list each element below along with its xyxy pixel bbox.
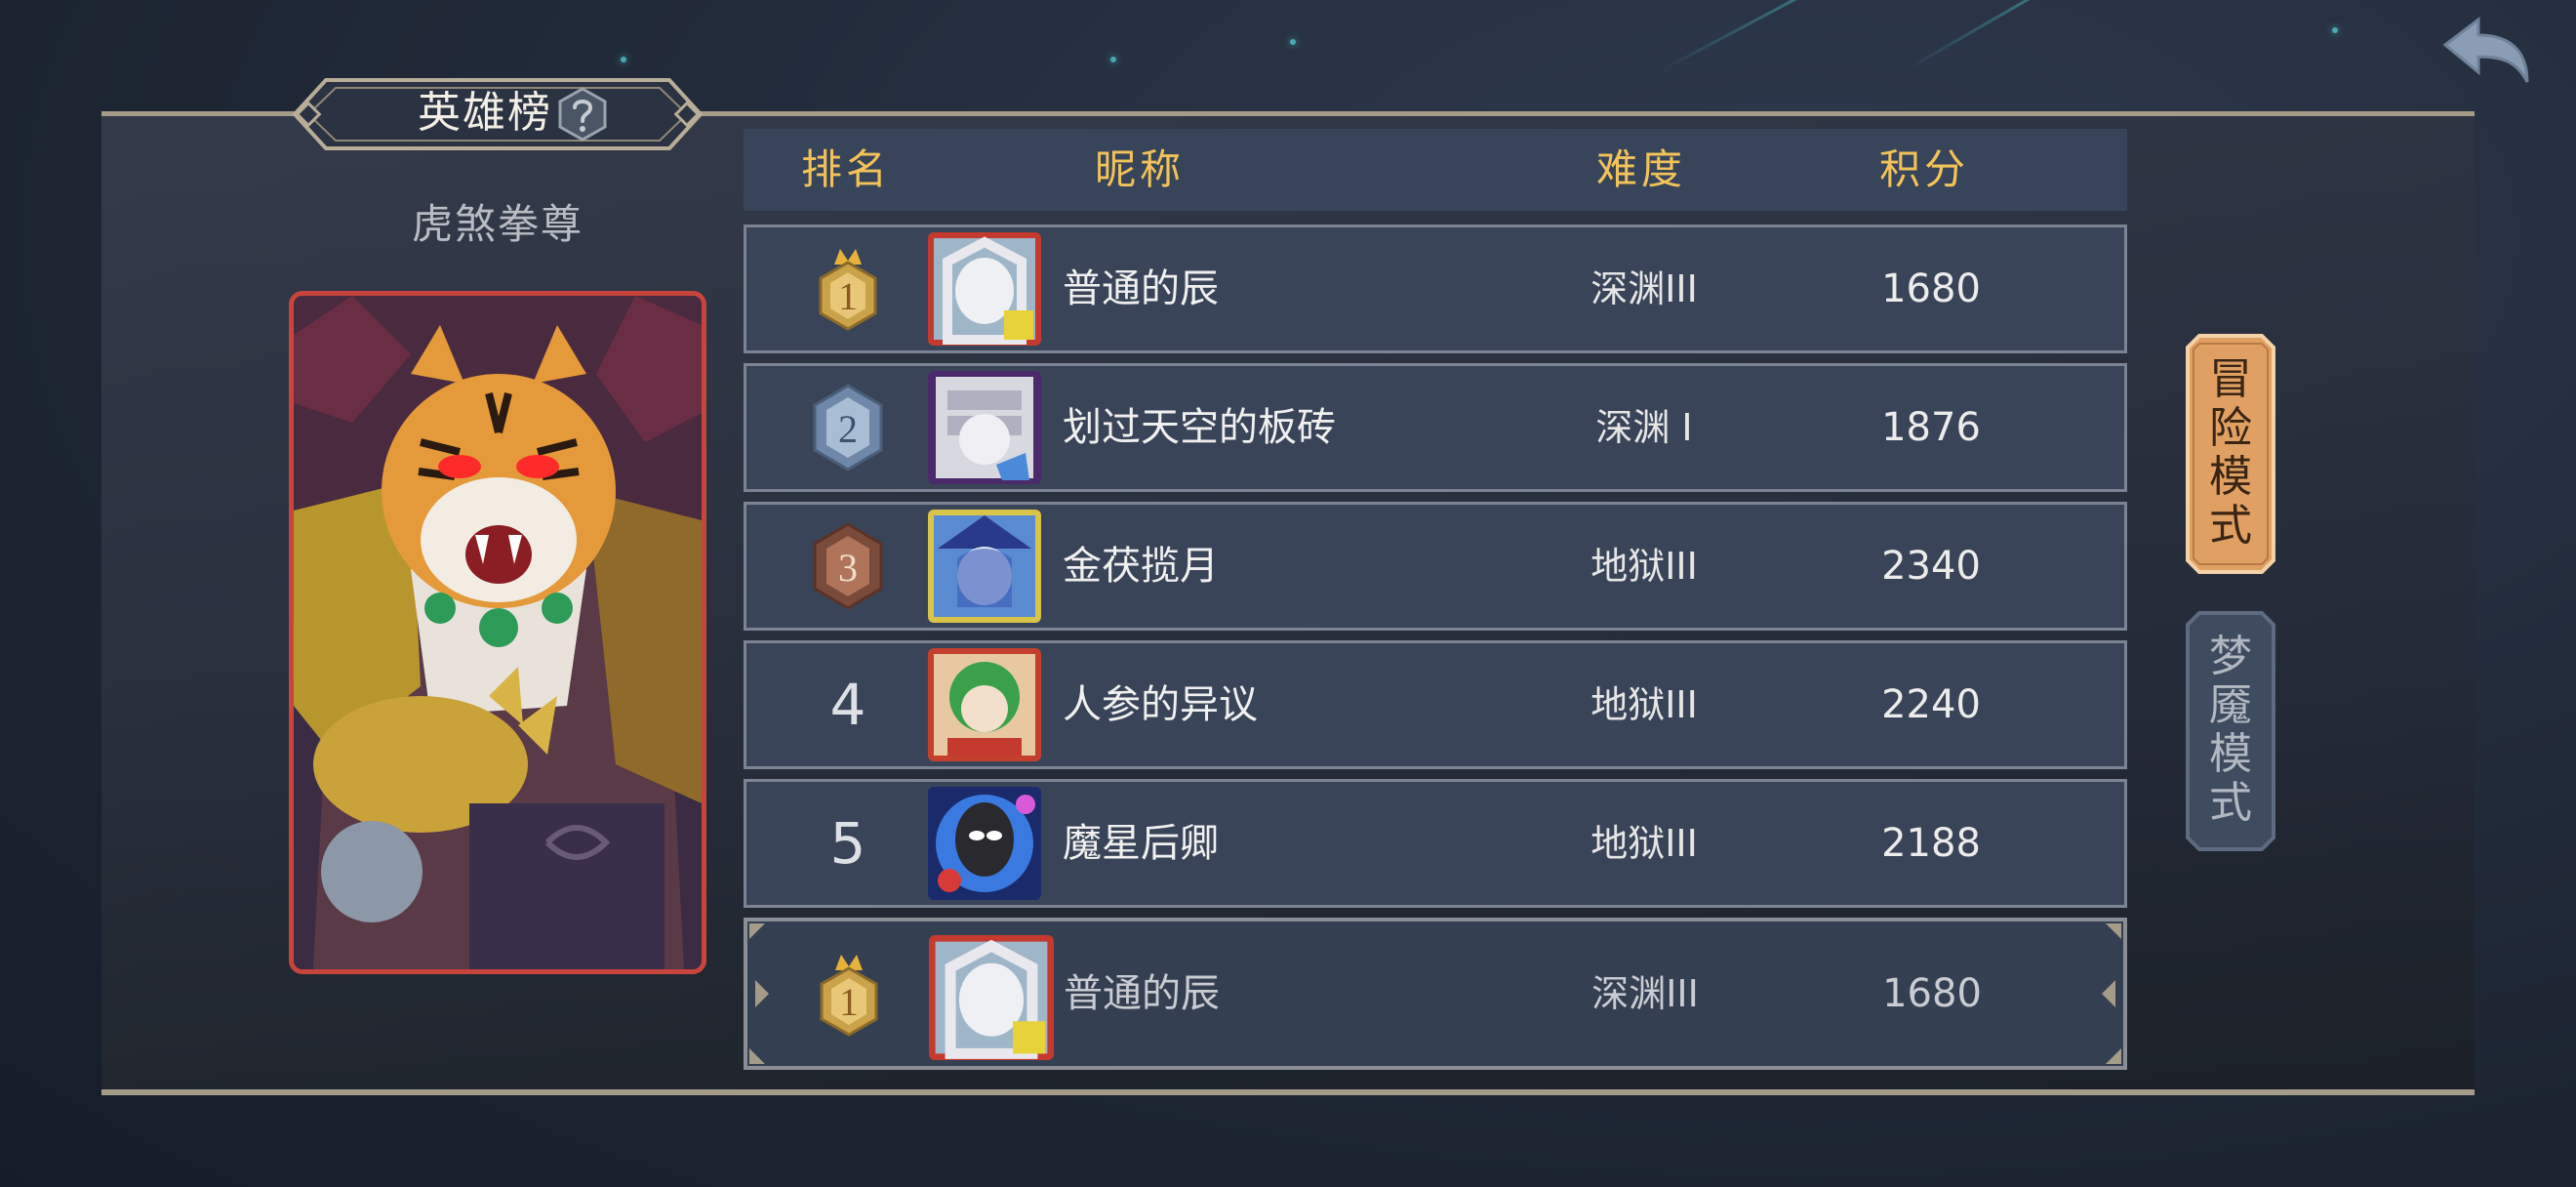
gold-crown-badge: 1	[819, 249, 877, 331]
column-header-rank: 排名	[800, 145, 891, 193]
player-avatar	[928, 648, 1041, 761]
adventure-mode-label: 冒险模式	[2209, 354, 2252, 551]
back-arrow-icon	[2442, 16, 2529, 83]
player-avatar	[928, 787, 1041, 900]
player-nickname: 划过天空的板砖	[1063, 405, 1336, 450]
adventure-mode-button[interactable]: 冒险模式	[2186, 334, 2275, 574]
player-score: 2340	[1881, 544, 1981, 589]
background-star	[2332, 27, 2338, 33]
player-difficulty: 深渊III	[1590, 267, 1698, 310]
player-score: 2188	[1881, 821, 1981, 866]
question-icon	[558, 87, 607, 142]
background-star	[621, 57, 626, 62]
title-plate: 英雄榜	[293, 74, 703, 154]
rank-number: 5	[829, 810, 866, 877]
player-avatar	[929, 935, 1054, 1060]
table-row[interactable]: 1 普通的辰 深渊III 1680	[744, 225, 2127, 353]
hero-portrait-card[interactable]	[289, 291, 706, 974]
rank-number: 1	[838, 274, 858, 318]
column-header-nickname: 昵称	[1094, 145, 1185, 193]
player-difficulty: 地狱III	[1590, 683, 1698, 726]
player-nickname: 普通的辰	[1064, 971, 1220, 1016]
page-title: 英雄榜	[418, 88, 552, 138]
player-nickname: 金茯揽月	[1063, 544, 1219, 589]
player-score: 1680	[1881, 266, 1981, 311]
my-rank-row[interactable]: 1 普通的辰 深渊III 1680	[744, 918, 2127, 1070]
player-nickname: 魔星后卿	[1063, 821, 1219, 866]
player-score: 1680	[1882, 971, 1982, 1016]
table-row[interactable]: 2 划过天空的板砖 深渊 I 1876	[744, 363, 2127, 492]
help-button[interactable]	[554, 86, 611, 143]
tiger-warrior-portrait	[294, 296, 702, 969]
player-difficulty: 深渊 I	[1595, 406, 1693, 449]
table-header: 排名 昵称 难度 积分	[744, 129, 2127, 211]
player-nickname: 普通的辰	[1063, 266, 1219, 311]
player-avatar	[928, 371, 1041, 484]
rank-number: 1	[839, 980, 859, 1024]
table-row[interactable]: 3 金茯揽月 地狱III 2340	[744, 502, 2127, 631]
player-avatar	[928, 232, 1041, 346]
background-star	[1110, 57, 1116, 62]
player-avatar	[928, 510, 1041, 623]
back-button[interactable]	[2439, 12, 2533, 90]
nightmare-mode-button[interactable]: 梦魇模式	[2186, 611, 2275, 851]
player-difficulty: 深渊III	[1591, 972, 1699, 1015]
player-difficulty: 地狱III	[1590, 545, 1698, 588]
column-header-difficulty: 难度	[1595, 145, 1686, 193]
rank-number: 2	[838, 407, 858, 451]
column-header-score: 积分	[1878, 145, 1969, 193]
player-difficulty: 地狱III	[1590, 822, 1698, 865]
rank-number: 3	[838, 546, 858, 590]
table-row[interactable]: 5 魔星后卿 地狱III 2188	[744, 779, 2127, 908]
background-star	[1290, 39, 1296, 45]
gold-crown-badge: 1	[820, 955, 878, 1037]
player-nickname: 人参的异议	[1063, 682, 1258, 727]
nightmare-mode-label: 梦魇模式	[2209, 632, 2252, 828]
background-streak	[1658, 0, 1832, 73]
background-streak	[1902, 0, 2065, 73]
silver-badge: 2	[813, 384, 883, 471]
hero-name: 虎煞拳尊	[411, 200, 584, 248]
bronze-badge: 3	[813, 522, 883, 610]
player-score: 1876	[1881, 405, 1981, 450]
player-score: 2240	[1881, 682, 1981, 727]
rank-number: 4	[829, 672, 866, 738]
table-row[interactable]: 4 人参的异议 地狱III 2240	[744, 640, 2127, 769]
